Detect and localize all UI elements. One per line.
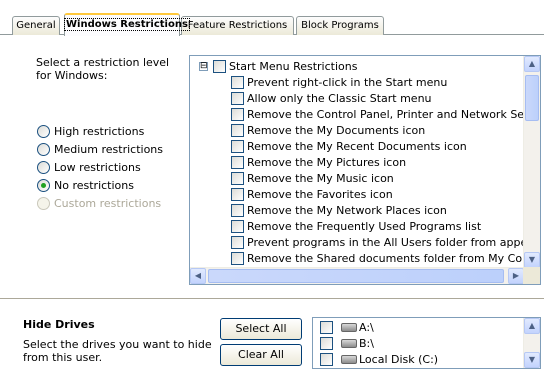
drive-icon xyxy=(341,322,357,332)
tree-checkbox[interactable] xyxy=(231,187,244,201)
collapse-icon[interactable]: ⊟ xyxy=(199,61,208,71)
drive-label: B:\ xyxy=(359,336,374,350)
drive-item-b[interactable]: B:\ xyxy=(320,335,374,351)
radio-medium-restrictions[interactable]: Medium restrictions xyxy=(37,141,163,157)
tree-item[interactable]: Remove the Frequently Used Programs list xyxy=(231,218,481,234)
radio-low-restrictions[interactable]: Low restrictions xyxy=(37,159,141,175)
tree-item-label: Prevent programs in the All Users folder… xyxy=(247,235,541,249)
radio-button[interactable] xyxy=(37,142,50,156)
vertical-scrollbar[interactable]: ▲ ▼ xyxy=(523,56,540,268)
radio-button-selected[interactable] xyxy=(37,178,50,192)
radio-label: Custom restrictions xyxy=(54,196,162,210)
tree-item[interactable]: Remove the Favorites icon xyxy=(231,186,393,202)
radio-high-restrictions[interactable]: High restrictions xyxy=(37,123,144,139)
radio-button[interactable] xyxy=(37,124,50,138)
tab-windows-restrictions-label: Windows Restrictions xyxy=(64,18,190,31)
tree-item-label: Remove the Frequently Used Programs list xyxy=(247,219,482,233)
drive-item-a[interactable]: A:\ xyxy=(320,319,374,335)
radio-label: High restrictions xyxy=(54,124,145,138)
tree-checkbox[interactable] xyxy=(231,235,244,249)
radio-label: Low restrictions xyxy=(54,160,141,174)
tree-item[interactable]: Prevent programs in the All Users folder… xyxy=(231,234,541,250)
scroll-corner xyxy=(523,267,540,284)
tree-item[interactable]: Remove the Shared documents folder from … xyxy=(231,250,541,266)
section-divider-highlight xyxy=(0,299,544,300)
tree-item[interactable]: Remove the Control Panel, Printer and Ne… xyxy=(231,106,541,122)
tab-general[interactable]: General xyxy=(12,16,60,35)
tree-item[interactable]: Remove the My Pictures icon xyxy=(231,154,406,170)
tree-item-label: Remove the Control Panel, Printer and Ne… xyxy=(247,107,541,121)
hide-drives-description: Select the drives you want to hide from … xyxy=(23,338,212,364)
tree-item[interactable]: Remove the My Network Places icon xyxy=(231,202,447,218)
drives-list[interactable]: A:\ B:\ Local Disk (C:) ▲ ▼ xyxy=(312,317,541,369)
tree-checkbox[interactable] xyxy=(213,59,226,73)
tree-checkbox[interactable] xyxy=(231,219,244,233)
drive-checkbox[interactable] xyxy=(320,320,333,334)
horizontal-scroll-thumb[interactable] xyxy=(208,269,504,283)
tab-block-programs-label: Block Programs xyxy=(301,20,379,31)
drive-icon xyxy=(341,354,357,364)
tree-item[interactable]: Remove the My Music icon xyxy=(231,170,394,186)
tree-checkbox[interactable] xyxy=(231,75,244,89)
tree-checkbox[interactable] xyxy=(231,251,244,265)
drive-label: A:\ xyxy=(359,320,374,334)
tab-windows-restrictions[interactable]: Windows Restrictions xyxy=(64,13,190,36)
tree-item-label: Prevent right-click in the Start menu xyxy=(247,75,448,89)
tree-item[interactable]: Remove the My Documents icon xyxy=(231,122,425,138)
tree-root-start-menu[interactable]: ⊟ Start Menu Restrictions xyxy=(199,58,357,74)
tree-item-label: Remove the Favorites icon xyxy=(247,187,393,201)
tab-general-label: General xyxy=(16,20,56,31)
scroll-right-icon[interactable]: ▶ xyxy=(508,268,524,284)
tree-checkbox[interactable] xyxy=(231,139,244,153)
vertical-scroll-thumb[interactable] xyxy=(525,75,539,121)
restriction-prompt: Select a restriction level for Windows: xyxy=(36,56,170,82)
tree-item-label: Remove the Shared documents folder from … xyxy=(247,251,541,265)
tree-checkbox[interactable] xyxy=(231,203,244,217)
scroll-down-icon[interactable]: ▼ xyxy=(524,352,540,368)
tab-feature-restrictions[interactable]: Feature Restrictions xyxy=(181,16,294,35)
drive-item-c[interactable]: Local Disk (C:) xyxy=(320,351,438,367)
restrictions-tree[interactable]: ⊟ Start Menu Restrictions Prevent right-… xyxy=(189,55,541,285)
radio-no-restrictions[interactable]: No restrictions xyxy=(37,177,134,193)
drive-checkbox[interactable] xyxy=(320,352,333,366)
tree-checkbox[interactable] xyxy=(231,91,244,105)
radio-custom-restrictions: Custom restrictions xyxy=(37,195,161,211)
select-all-button[interactable]: Select All xyxy=(220,318,302,340)
tree-item-label: Remove the My Recent Documents icon xyxy=(247,139,467,153)
tab-block-programs[interactable]: Block Programs xyxy=(296,16,384,35)
tab-strip: General Windows Restrictions Feature Res… xyxy=(0,0,544,36)
drive-label: Local Disk (C:) xyxy=(359,352,439,366)
tree-item-label: Remove the My Documents icon xyxy=(247,123,426,137)
horizontal-scrollbar[interactable]: ◀ ▶ xyxy=(190,267,524,284)
radio-button-disabled xyxy=(37,196,50,210)
tree-item[interactable]: Remove the My Recent Documents icon xyxy=(231,138,467,154)
radio-label: No restrictions xyxy=(54,178,134,192)
tree-item[interactable]: Prevent right-click in the Start menu xyxy=(231,74,447,90)
clear-all-button[interactable]: Clear All xyxy=(220,344,302,366)
tree-item-label: Allow only the Classic Start menu xyxy=(247,91,432,105)
radio-label: Medium restrictions xyxy=(54,142,164,156)
tab-feature-restrictions-label: Feature Restrictions xyxy=(187,20,288,31)
scroll-left-icon[interactable]: ◀ xyxy=(190,268,206,284)
tree-checkbox[interactable] xyxy=(231,155,244,169)
tree-checkbox[interactable] xyxy=(231,107,244,121)
tree-root-label: Start Menu Restrictions xyxy=(229,59,358,73)
tree-checkbox[interactable] xyxy=(231,171,244,185)
scroll-up-icon[interactable]: ▲ xyxy=(524,56,540,72)
tree-checkbox[interactable] xyxy=(231,123,244,137)
tree-item-label: Remove the My Network Places icon xyxy=(247,203,447,217)
drive-checkbox[interactable] xyxy=(320,336,333,350)
radio-button[interactable] xyxy=(37,160,50,174)
drives-vertical-scrollbar[interactable]: ▲ ▼ xyxy=(523,318,540,368)
tree-item[interactable]: Allow only the Classic Start menu xyxy=(231,90,432,106)
tree-item-label: Remove the My Music icon xyxy=(247,171,394,185)
scroll-down-icon[interactable]: ▼ xyxy=(524,252,540,268)
hide-drives-title: Hide Drives xyxy=(23,318,95,331)
tree-item-label: Remove the My Pictures icon xyxy=(247,155,407,169)
scroll-up-icon[interactable]: ▲ xyxy=(524,318,540,334)
drive-icon xyxy=(341,338,357,348)
